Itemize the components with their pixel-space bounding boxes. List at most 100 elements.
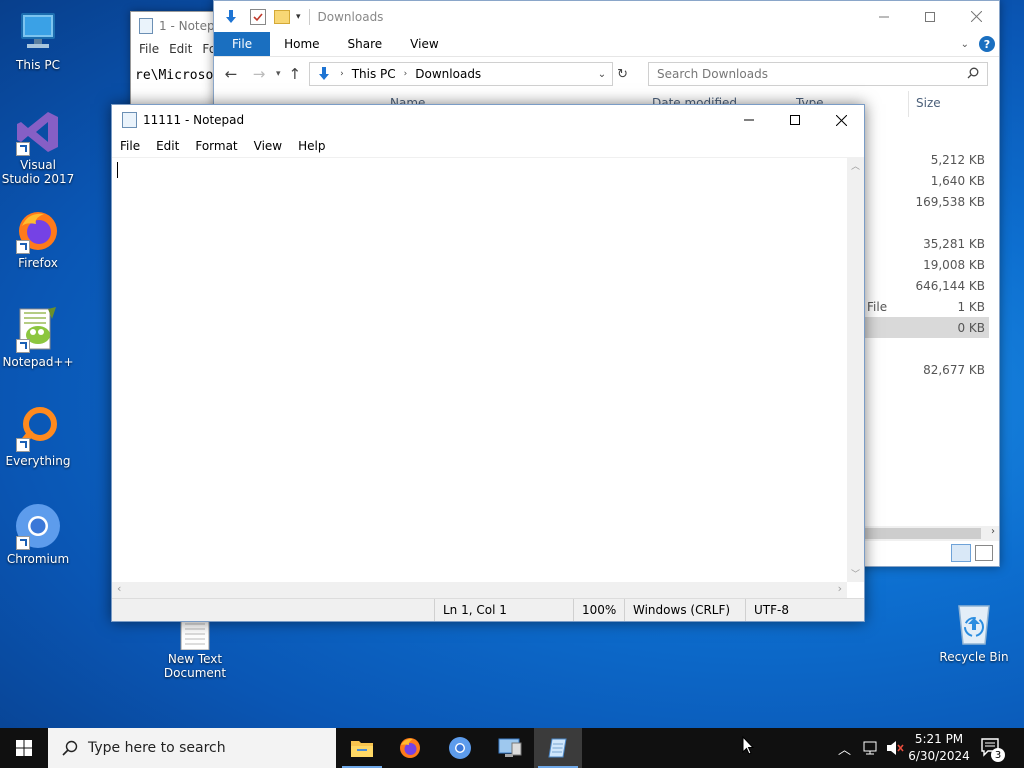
list-item[interactable]: 169,538 KB xyxy=(849,191,989,212)
new-folder-icon[interactable] xyxy=(274,9,290,24)
list-item[interactable]: 1,640 KB xyxy=(849,170,989,191)
scroll-up-icon[interactable]: ︿ xyxy=(851,159,860,172)
monitor-icon xyxy=(498,738,522,757)
scroll-down-icon[interactable]: ﹀ xyxy=(851,567,860,580)
taskbar-file-explorer[interactable] xyxy=(338,728,386,768)
list-item[interactable]: 646,144 KB xyxy=(849,275,989,296)
clock[interactable]: 5:21 PM 6/30/2024 xyxy=(906,731,972,765)
taskbar-chromium[interactable] xyxy=(436,728,484,768)
taskbar-remote-desktop[interactable] xyxy=(486,728,534,768)
list-item[interactable]: 19,008 KB xyxy=(849,254,989,275)
firefox-icon xyxy=(14,206,62,254)
scroll-right-icon[interactable]: › xyxy=(991,526,995,537)
recycle-bin-icon xyxy=(950,600,998,648)
taskbar-search[interactable]: Type here to search xyxy=(48,728,336,768)
expand-ribbon-icon[interactable]: ⌄ xyxy=(961,39,969,50)
desktop-icon-this-pc[interactable]: This PC xyxy=(0,8,76,72)
scrollbar-thumb[interactable] xyxy=(864,528,981,539)
chevron-down-icon[interactable]: ▾ xyxy=(296,12,301,22)
breadcrumb-downloads[interactable]: Downloads xyxy=(415,67,481,81)
tab-view[interactable]: View xyxy=(396,32,452,56)
maximize-button[interactable] xyxy=(772,105,818,135)
menu-file[interactable]: File xyxy=(112,139,148,153)
notification-count-badge: 3 xyxy=(991,748,1005,762)
ribbon-tabs: File Home Share View ⌄ ? xyxy=(214,32,999,57)
list-item[interactable] xyxy=(849,212,989,233)
minimize-button[interactable] xyxy=(726,105,772,135)
horizontal-scrollbar[interactable]: › xyxy=(864,526,999,541)
column-size[interactable]: Size xyxy=(916,96,941,110)
taskbar-firefox[interactable] xyxy=(386,728,434,768)
search-icon xyxy=(62,740,78,756)
properties-icon[interactable] xyxy=(250,8,266,25)
show-hidden-icons-icon[interactable]: ︿ xyxy=(838,739,851,758)
list-item-selected[interactable]: nt0 KB xyxy=(849,317,989,338)
title-bar: ▾ Downloads xyxy=(214,1,999,32)
up-arrow-icon[interactable]: ↑ xyxy=(289,65,302,83)
forward-arrow-icon[interactable]: → xyxy=(250,65,268,83)
volume-muted-icon[interactable] xyxy=(886,740,904,759)
start-button[interactable] xyxy=(0,728,48,768)
refresh-icon[interactable]: ↻ xyxy=(617,67,628,82)
menu-format[interactable]: Format xyxy=(187,139,245,153)
recent-locations-icon[interactable]: ▾ xyxy=(276,69,281,79)
back-arrow-icon[interactable]: ← xyxy=(220,65,242,83)
chromium-icon xyxy=(14,502,62,550)
address-dropdown-icon[interactable]: ⌄ xyxy=(598,69,606,80)
menu-edit[interactable]: Edit xyxy=(148,139,187,153)
list-item[interactable]: 82,677 KB xyxy=(849,359,989,380)
search-box[interactable]: Search Downloads xyxy=(648,62,989,86)
large-icons-view-icon[interactable] xyxy=(975,545,993,561)
notepad-window[interactable]: 11111 - Notepad File Edit Format View He… xyxy=(111,104,865,622)
menu-help[interactable]: Help xyxy=(290,139,333,153)
scroll-left-icon[interactable]: ‹ xyxy=(117,582,121,595)
firefox-icon xyxy=(400,738,420,758)
close-button[interactable] xyxy=(953,2,999,32)
list-item[interactable]: 35,281 KB xyxy=(849,233,989,254)
title-bar: 11111 - Notepad xyxy=(112,105,864,135)
shortcut-arrow-icon xyxy=(16,142,30,156)
shortcut-arrow-icon xyxy=(16,240,30,254)
desktop-icon-firefox[interactable]: Firefox xyxy=(0,206,76,270)
minimize-button[interactable] xyxy=(861,2,907,32)
desktop-icon-everything[interactable]: Everything xyxy=(0,404,76,468)
clock-time: 5:21 PM xyxy=(914,732,964,746)
help-icon[interactable]: ? xyxy=(979,36,995,52)
desktop-icon-visual-studio[interactable]: Visual Studio 2017 xyxy=(0,108,76,186)
tab-file[interactable]: File xyxy=(214,32,271,56)
list-item[interactable] xyxy=(849,338,989,359)
taskbar-search-input[interactable]: Type here to search xyxy=(88,740,226,756)
desktop-icon-chromium[interactable]: Chromium xyxy=(0,502,76,566)
horizontal-scrollbar[interactable]: ‹ › xyxy=(112,582,847,599)
breadcrumb-this-pc[interactable]: This PC xyxy=(352,67,396,81)
text-editor[interactable] xyxy=(112,157,847,582)
desktop-icon-notepadpp[interactable]: Notepad++ xyxy=(0,305,76,369)
details-view-icon[interactable] xyxy=(951,544,971,562)
maximize-button[interactable] xyxy=(907,2,953,32)
windows-icon xyxy=(16,740,32,756)
menu-bar: File Edit Format View Help xyxy=(112,135,864,157)
menu-edit[interactable]: Edit xyxy=(169,42,192,56)
desktop-icon-new-text-document[interactable]: New Text Document xyxy=(157,617,233,680)
network-icon[interactable] xyxy=(862,740,880,759)
list-item[interactable]: ch File 1 KB xyxy=(849,296,989,317)
shortcut-arrow-icon xyxy=(16,536,30,550)
tab-home[interactable]: Home xyxy=(270,32,333,56)
view-toggle xyxy=(951,544,993,562)
status-line-ending: Windows (CRLF) xyxy=(624,599,745,621)
menu-view[interactable]: View xyxy=(246,139,290,153)
status-position: Ln 1, Col 1 xyxy=(434,599,573,621)
desktop-icon-recycle-bin[interactable]: Recycle Bin xyxy=(936,600,1012,664)
file-list-visible: 5,212 KB 1,640 KB 169,538 KB 35,281 KB 1… xyxy=(849,149,989,380)
taskbar-notepad[interactable] xyxy=(534,728,582,768)
tab-share[interactable]: Share xyxy=(334,32,397,56)
shortcut-arrow-icon xyxy=(16,438,30,452)
menu-file[interactable]: File xyxy=(139,42,159,56)
scroll-right-icon[interactable]: › xyxy=(838,582,842,595)
notepad-icon xyxy=(139,18,153,34)
vertical-scrollbar[interactable]: ︿ ﹀ xyxy=(847,157,864,582)
address-box[interactable]: › This PC › Downloads ⌄ xyxy=(309,62,614,86)
list-item[interactable]: 5,212 KB xyxy=(849,149,989,170)
close-button[interactable] xyxy=(818,105,864,135)
search-input[interactable]: Search Downloads xyxy=(657,67,768,81)
